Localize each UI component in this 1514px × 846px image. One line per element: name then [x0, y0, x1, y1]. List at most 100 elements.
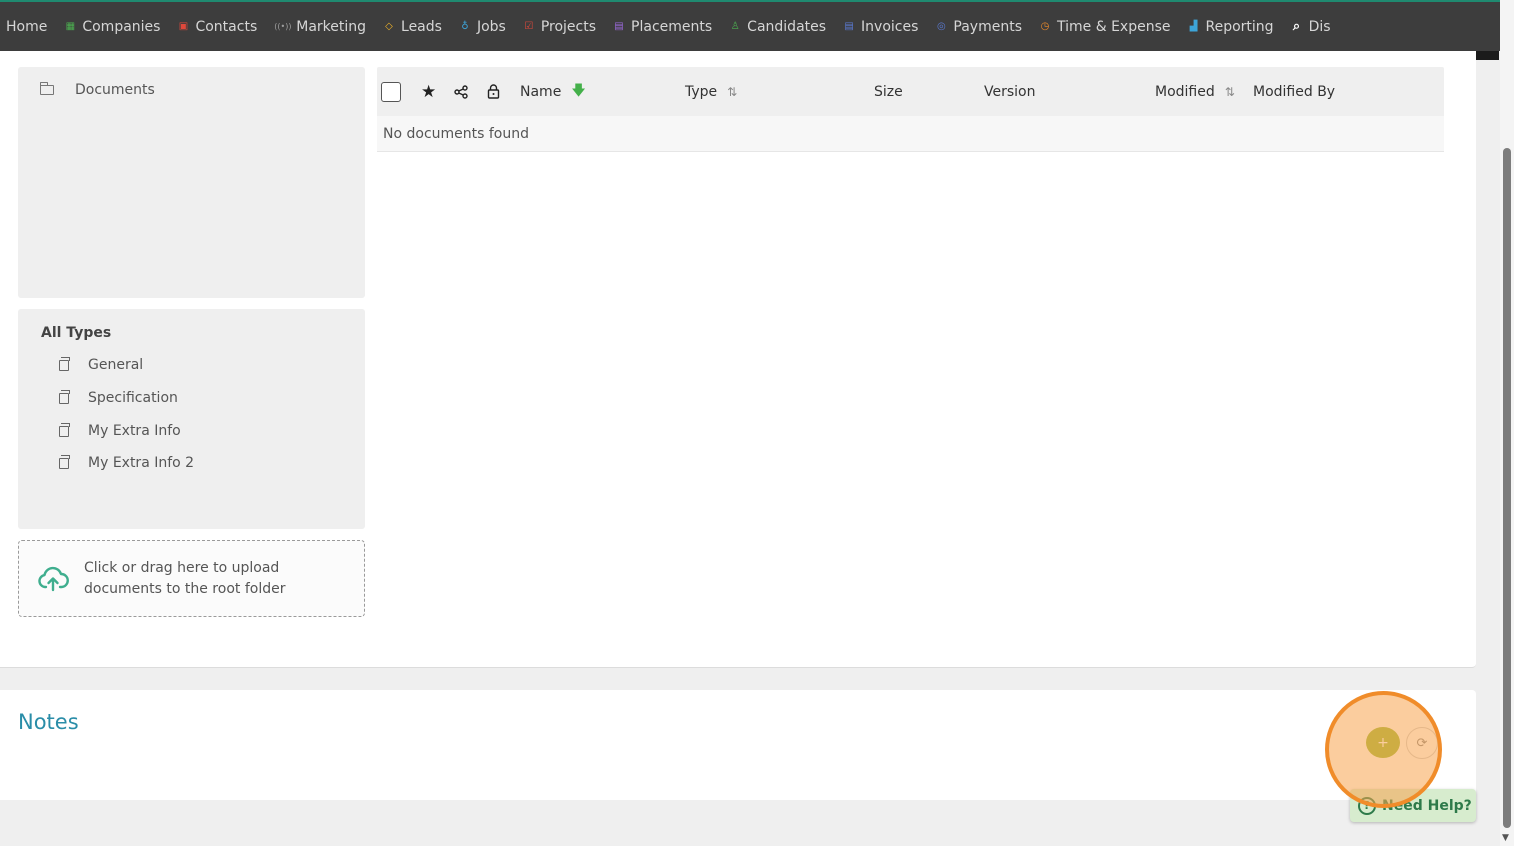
type-item-my-extra-info[interactable]: My Extra Info: [59, 422, 181, 439]
nav-label-reporting: Reporting: [1205, 18, 1274, 35]
lock-icon: [487, 84, 500, 99]
document-type-icon: [59, 454, 70, 469]
clock-icon: ◷: [1040, 21, 1050, 32]
share-icon: [454, 84, 468, 99]
column-header-version[interactable]: Version: [984, 67, 1035, 116]
column-header-size[interactable]: Size: [874, 67, 903, 116]
column-modified-by-label: Modified By: [1253, 83, 1336, 100]
nav-invoices[interactable]: ▤ Invoices: [837, 2, 929, 51]
contact-card-icon: ▣: [178, 21, 189, 32]
notes-title: Notes: [18, 710, 79, 734]
scrollbar-thumb[interactable]: [1503, 148, 1511, 828]
upload-instructions: Click or drag here to upload documents t…: [84, 559, 286, 597]
nav-payments[interactable]: ◎ Payments: [929, 2, 1033, 51]
type-item-label: Specification: [88, 390, 178, 406]
nav-leads[interactable]: ◇ Leads: [377, 2, 453, 51]
folder-root-label: Documents: [75, 82, 155, 98]
coins-icon: ◎: [937, 21, 946, 32]
share-column[interactable]: [454, 67, 468, 116]
star-icon: ★: [421, 81, 437, 102]
checkbox-icon: ☑: [524, 21, 534, 32]
folder-root[interactable]: Documents: [39, 82, 155, 98]
type-item-general[interactable]: General: [59, 356, 144, 373]
refresh-icon: ⟳: [1416, 735, 1428, 751]
empty-table-row: No documents found: [377, 116, 1444, 152]
nav-reporting[interactable]: ▟ Reporting: [1182, 2, 1285, 51]
briefcase-icon: ▤: [614, 21, 624, 32]
cloud-upload-icon: [38, 566, 69, 591]
need-help-button[interactable]: ? Need Help?: [1350, 789, 1476, 822]
nav-label-discover: Dis: [1308, 18, 1331, 35]
select-all-checkbox-cell: [381, 67, 401, 116]
header-edge: [1476, 51, 1499, 60]
type-item-label: My Extra Info 2: [88, 455, 195, 471]
question-icon: ?: [1358, 796, 1376, 815]
person-icon: ♙: [730, 21, 740, 32]
bar-chart-icon: ▟: [1189, 21, 1198, 32]
nav-jobs[interactable]: ♁ Jobs: [453, 2, 517, 51]
document-type-icon: [59, 422, 70, 437]
column-header-name[interactable]: Name 🡇: [520, 67, 586, 116]
star-column[interactable]: ★: [421, 67, 436, 116]
nav-label-candidates: Candidates: [747, 18, 827, 35]
column-version-label: Version: [984, 83, 1036, 100]
trophy-icon: ♁: [461, 21, 469, 32]
folder-tree-panel: Documents: [18, 67, 365, 298]
nav-placements[interactable]: ▤ Placements: [607, 2, 723, 51]
nav-label-projects: Projects: [540, 18, 597, 35]
type-item-label: General: [88, 357, 144, 373]
column-modified-label: Modified: [1155, 83, 1215, 100]
nav-label-time-expense: Time & Expense: [1057, 18, 1171, 35]
sort-descending-icon: 🡇: [571, 82, 586, 99]
all-types-heading[interactable]: All Types: [41, 325, 111, 341]
nav-label-companies: Companies: [82, 18, 161, 35]
nav-home[interactable]: Home: [0, 2, 58, 51]
upload-dropzone[interactable]: Click or drag here to upload documents t…: [18, 540, 365, 617]
document-types-panel: All Types General Specification My Extra…: [18, 309, 365, 529]
type-item-label: My Extra Info: [88, 423, 181, 439]
nav-contacts[interactable]: ▣ Contacts: [171, 2, 268, 51]
nav-marketing[interactable]: ((•)) Marketing: [268, 2, 377, 51]
nav-label-placements: Placements: [631, 18, 713, 35]
documents-table: ★ Name 🡇 Type ⇅ Size Version Modified ⇅ …: [377, 67, 1444, 152]
nav-label-home: Home: [6, 18, 48, 35]
nav-label-invoices: Invoices: [861, 18, 919, 35]
building-icon: ▦: [65, 21, 76, 32]
scroll-down-arrow-icon[interactable]: ▼: [1502, 833, 1509, 843]
lock-column[interactable]: [487, 67, 500, 116]
column-header-type[interactable]: Type ⇅: [685, 67, 737, 116]
column-type-label: Type: [685, 83, 718, 100]
nav-time-expense[interactable]: ◷ Time & Expense: [1033, 2, 1182, 51]
nav-label-marketing: Marketing: [296, 18, 367, 35]
nav-discover[interactable]: ⌕ Dis: [1285, 2, 1342, 51]
nav-label-contacts: Contacts: [195, 18, 258, 35]
sort-icon: ⇅: [727, 84, 738, 99]
document-type-icon: [59, 356, 70, 371]
broadcast-icon: ((•)): [274, 22, 292, 31]
diamond-icon: ◇: [385, 21, 393, 32]
sort-icon: ⇅: [1224, 84, 1235, 99]
plus-icon: +: [1377, 734, 1389, 751]
column-header-modified-by[interactable]: Modified By: [1253, 67, 1335, 116]
search-icon: ⌕: [1292, 19, 1301, 34]
column-header-modified[interactable]: Modified ⇅: [1155, 67, 1235, 116]
need-help-label: Need Help?: [1382, 797, 1472, 814]
page-scrollbar[interactable]: [1500, 0, 1514, 846]
column-name-label: Name: [520, 83, 562, 100]
document-icon: ▤: [844, 21, 854, 32]
nav-candidates[interactable]: ♙ Candidates: [723, 2, 837, 51]
type-item-specification[interactable]: Specification: [59, 389, 178, 406]
nav-companies[interactable]: ▦ Companies: [58, 2, 171, 51]
select-all-checkbox[interactable]: [381, 81, 401, 102]
document-type-icon: [59, 389, 70, 404]
refresh-notes-button[interactable]: ⟳: [1406, 727, 1438, 759]
nav-label-payments: Payments: [953, 18, 1022, 35]
add-note-button[interactable]: +: [1366, 727, 1400, 758]
folder-icon: [39, 82, 54, 95]
empty-message: No documents found: [383, 125, 529, 142]
nav-projects[interactable]: ☑ Projects: [517, 2, 607, 51]
type-item-my-extra-info-2[interactable]: My Extra Info 2: [59, 454, 195, 471]
column-size-label: Size: [874, 83, 903, 100]
nav-label-jobs: Jobs: [476, 18, 506, 35]
nav-label-leads: Leads: [401, 18, 442, 35]
